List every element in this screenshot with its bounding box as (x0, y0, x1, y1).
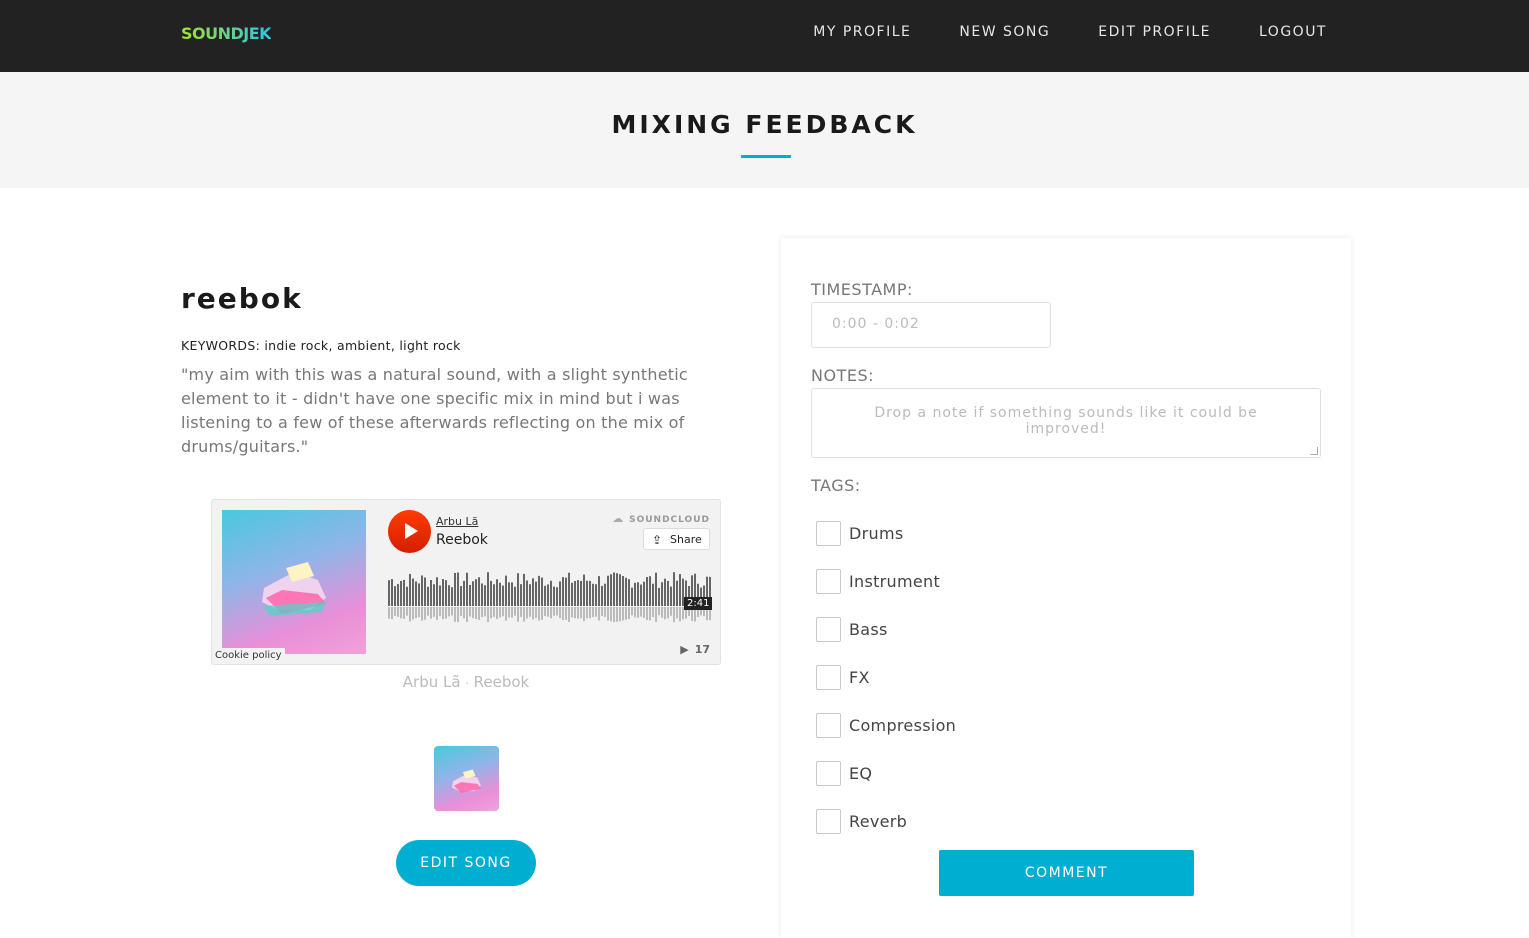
page-title: MIXING FEEDBACK (611, 110, 918, 139)
tag-fx[interactable]: FX (816, 664, 870, 690)
notes-label: NOTES: (811, 366, 874, 385)
nav-logout[interactable]: LOGOUT (1259, 24, 1327, 40)
player-caption: Arbu Lã · Reebok (211, 673, 721, 691)
player-track-title: Reebok (436, 532, 488, 548)
soundcloud-brand: SOUNDCLOUD (629, 515, 710, 525)
cookie-policy-link[interactable]: Cookie policy (212, 648, 285, 663)
play-count-value: 17 (694, 643, 710, 656)
caption-separator: · (465, 677, 469, 690)
song-thumbnail (434, 746, 499, 811)
tag-checkbox[interactable] (816, 664, 841, 690)
play-button[interactable] (388, 510, 431, 553)
play-count: ▶ 17 (680, 643, 710, 656)
notes-placeholder: Drop a note if something sounds like it … (874, 405, 1258, 437)
tag-reverb[interactable]: Reverb (816, 808, 907, 834)
share-label: Share (670, 533, 702, 546)
tag-label: Instrument (849, 571, 941, 591)
share-icon: ⇪ (652, 533, 663, 547)
player-artist-link[interactable]: Arbu Lã (436, 515, 478, 528)
tag-checkbox[interactable] (816, 712, 841, 738)
song-description: "my aim with this was a natural sound, w… (181, 365, 688, 456)
edit-song-button[interactable]: EDIT SONG (396, 840, 536, 886)
caption-artist-link[interactable]: Arbu Lã (403, 673, 461, 691)
tag-checkbox[interactable] (816, 520, 841, 546)
title-underline (741, 155, 791, 158)
tag-label: Compression (849, 715, 957, 735)
soundcloud-cloud-icon: ☁ (612, 512, 630, 525)
soundcloud-player: Cookie policy Arbu Lã Reebok ☁ SOUNDCLOU… (211, 499, 721, 665)
soundcloud-logo[interactable]: ☁ SOUNDCLOUD (612, 512, 710, 525)
tag-compression[interactable]: Compression (816, 712, 956, 738)
nav-links: MY PROFILE NEW SONG EDIT PROFILE LOGOUT (765, 24, 1327, 40)
timestamp-input[interactable]: 0:00 - 0:02 (811, 302, 1051, 348)
tag-label: Reverb (849, 811, 908, 831)
tag-eq[interactable]: EQ (816, 760, 872, 786)
comment-button[interactable]: COMMENT (939, 850, 1194, 896)
tags-label: TAGS: (811, 476, 861, 495)
tag-checkbox[interactable] (816, 616, 841, 642)
tag-checkbox[interactable] (816, 568, 841, 594)
share-button[interactable]: ⇪ Share (643, 528, 710, 550)
tag-label: Bass (849, 619, 888, 639)
track-duration: 2:41 (684, 597, 713, 610)
top-navbar: SOUNDJEK MY PROFILE NEW SONG EDIT PROFIL… (0, 0, 1529, 72)
song-title: reebok (181, 282, 303, 315)
feedback-form-card: TIMESTAMP: 0:00 - 0:02 NOTES: Drop a not… (781, 238, 1351, 938)
page-banner: MIXING FEEDBACK (0, 72, 1529, 188)
tag-checkbox[interactable] (816, 808, 841, 834)
tag-bass[interactable]: Bass (816, 616, 888, 642)
waveform[interactable] (388, 566, 711, 630)
textarea-resize-handle[interactable] (1310, 447, 1318, 455)
nav-edit-profile[interactable]: EDIT PROFILE (1098, 24, 1211, 40)
tag-drums[interactable]: Drums (816, 520, 903, 546)
tag-label: EQ (849, 763, 873, 783)
timestamp-label: TIMESTAMP: (811, 280, 913, 299)
play-icon: ▶ (680, 643, 689, 656)
tag-label: Drums (849, 523, 904, 543)
tag-checkbox[interactable] (816, 760, 841, 786)
song-keywords: KEYWORDS: indie rock, ambient, light roc… (181, 338, 461, 353)
tag-label: FX (849, 667, 870, 687)
nav-new-song[interactable]: NEW SONG (959, 24, 1050, 40)
album-artwork[interactable] (222, 510, 366, 654)
soundjek-logo[interactable]: SOUNDJEK (181, 24, 272, 43)
tag-instrument[interactable]: Instrument (816, 568, 940, 594)
caption-track-link[interactable]: Reebok (474, 673, 530, 691)
nav-my-profile[interactable]: MY PROFILE (813, 24, 911, 40)
notes-textarea[interactable]: Drop a note if something sounds like it … (811, 388, 1321, 458)
